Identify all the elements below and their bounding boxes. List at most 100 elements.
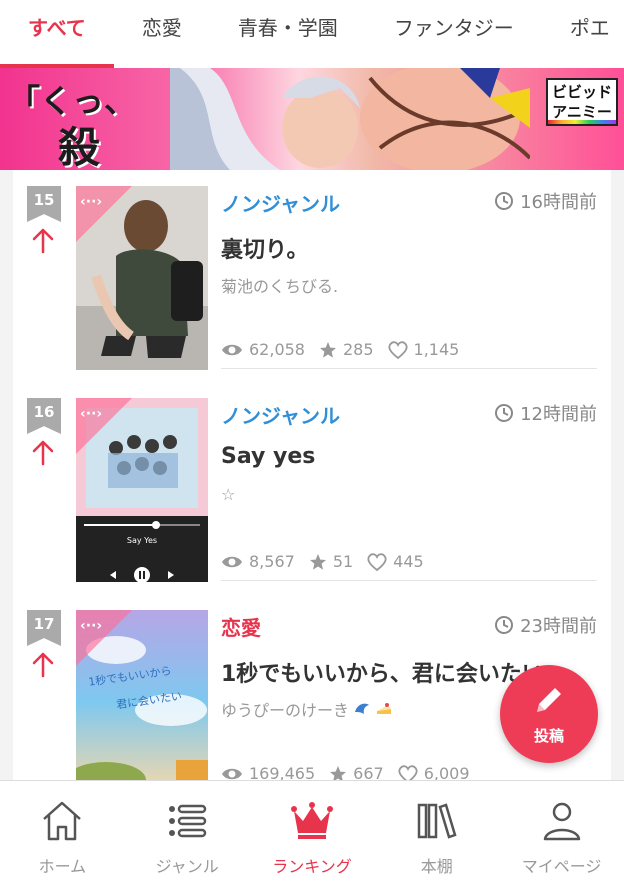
item-divider bbox=[221, 580, 597, 581]
stars-count: 285 bbox=[342, 340, 374, 359]
category-tabs: すべて 恋愛 青春・学園 ファンタジー ポエ bbox=[0, 0, 624, 68]
eye-icon bbox=[222, 556, 242, 567]
stars-stat: 667 bbox=[329, 764, 384, 780]
genre-label[interactable]: ノンジャンル bbox=[221, 400, 340, 429]
genre-label[interactable]: 恋愛 bbox=[221, 612, 261, 641]
nav-mypage-label: マイページ bbox=[521, 857, 602, 876]
nav-mypage[interactable]: マイページ bbox=[499, 781, 624, 884]
story-mark-icon: ‹··› bbox=[80, 406, 103, 422]
banner-logo-line1: ビビッド bbox=[551, 83, 612, 101]
stars-count: 51 bbox=[332, 552, 354, 571]
stars-count: 667 bbox=[353, 764, 384, 780]
nav-genre-label: ジャンル bbox=[155, 857, 219, 876]
story-thumbnail[interactable]: Say Yes ‹··› bbox=[76, 398, 208, 582]
story-mark-icon: ‹··› bbox=[80, 194, 103, 210]
nav-bookshelf-label: 本棚 bbox=[420, 857, 453, 876]
tab-fantasy[interactable]: ファンタジー bbox=[366, 0, 542, 68]
post-button[interactable]: 投稿 bbox=[500, 665, 598, 763]
likes-count: 1,145 bbox=[413, 340, 460, 359]
bottom-navigation: ホーム ジャンル ランキング 本棚 マイページ bbox=[0, 780, 624, 884]
story-stats: 169,465 667 6,009 bbox=[221, 764, 470, 780]
views-stat: 169,465 bbox=[221, 764, 315, 780]
story-author-name: 菊池のくちびる. bbox=[221, 277, 339, 296]
nav-bookshelf[interactable]: 本棚 bbox=[374, 781, 499, 884]
stars-stat: 51 bbox=[309, 552, 353, 571]
heart-icon bbox=[367, 552, 387, 571]
updated-time-text: 12時間前 bbox=[520, 404, 597, 425]
tab-all[interactable]: すべて bbox=[0, 0, 114, 68]
tab-youth-school[interactable]: 青春・学園 bbox=[210, 0, 366, 68]
story-thumbnail[interactable]: ‹··› bbox=[76, 186, 208, 370]
updated-time: 23時間前 bbox=[494, 612, 597, 638]
views-stat: 62,058 bbox=[221, 340, 305, 359]
story-stats: 62,058 285 1,145 bbox=[221, 340, 459, 359]
story-author: 菊池のくちびる. bbox=[221, 273, 338, 297]
banner-logo-line2: アニミー bbox=[552, 103, 612, 121]
views-count: 8,567 bbox=[249, 552, 295, 571]
pencil-icon bbox=[537, 688, 561, 712]
cake-emoji-icon bbox=[377, 703, 392, 714]
story-title[interactable]: 裏切り。 bbox=[221, 232, 601, 264]
updated-time: 16時間前 bbox=[494, 188, 597, 214]
banner-logo: ビビッド アニミー bbox=[546, 78, 618, 126]
list-item[interactable]: 16 Say Yes ‹··› ノンジャンル 12時間前 Say yes ☆ 8… bbox=[13, 382, 611, 594]
dolphin-emoji-icon bbox=[355, 703, 370, 714]
eye-icon bbox=[222, 768, 242, 779]
tab-romance[interactable]: 恋愛 bbox=[114, 0, 210, 68]
banner-illustration bbox=[170, 68, 530, 170]
rank-up-arrow-icon bbox=[32, 228, 54, 254]
story-author-name: ゆうぴーのけーき bbox=[221, 701, 350, 720]
likes-stat: 1,145 bbox=[387, 340, 460, 359]
nav-home[interactable]: ホーム bbox=[0, 781, 125, 884]
updated-time-text: 16時間前 bbox=[520, 192, 597, 213]
nav-home-label: ホーム bbox=[38, 857, 87, 876]
item-divider bbox=[221, 368, 597, 369]
likes-stat: 445 bbox=[367, 552, 424, 571]
star-icon bbox=[330, 765, 347, 780]
ad-banner[interactable]: 「くっ、 殺せ!」 ビビッド アニミー bbox=[0, 68, 624, 170]
rank-up-arrow-icon bbox=[32, 440, 54, 466]
bookshelf-icon bbox=[417, 803, 457, 839]
star-icon bbox=[309, 553, 326, 570]
views-stat: 8,567 bbox=[221, 552, 295, 571]
post-button-label: 投稿 bbox=[533, 727, 564, 745]
list-item[interactable]: 15 ‹··› ノンジャンル 16時間前 裏切り。 菊池のくちびる. 62,05… bbox=[13, 170, 611, 382]
list-icon bbox=[169, 804, 207, 838]
heart-icon bbox=[387, 340, 408, 359]
updated-time: 12時間前 bbox=[494, 400, 597, 426]
story-thumbnail[interactable]: 1秒でもいいから 君に会いたい ‹··› bbox=[76, 610, 208, 780]
clock-history-icon bbox=[495, 616, 514, 634]
rank-up-arrow-icon bbox=[32, 652, 54, 678]
star-icon bbox=[319, 341, 336, 358]
banner-line2: 殺せ!」 bbox=[58, 123, 101, 170]
views-count: 62,058 bbox=[249, 340, 305, 359]
story-author: ☆ bbox=[221, 485, 235, 504]
clock-history-icon bbox=[495, 192, 514, 210]
story-author-name: ☆ bbox=[221, 485, 236, 504]
rank-badge: 17 bbox=[27, 610, 61, 646]
rank-number: 15 bbox=[27, 186, 61, 222]
home-icon bbox=[43, 801, 82, 841]
likes-count: 445 bbox=[393, 552, 424, 571]
stars-stat: 285 bbox=[319, 340, 374, 359]
nav-genre[interactable]: ジャンル bbox=[125, 781, 250, 884]
story-title[interactable]: Say yes bbox=[221, 444, 601, 469]
likes-stat: 6,009 bbox=[398, 764, 470, 780]
likes-count: 6,009 bbox=[423, 764, 470, 780]
story-mark-icon: ‹··› bbox=[80, 618, 103, 634]
genre-label[interactable]: ノンジャンル bbox=[221, 188, 340, 217]
story-stats: 8,567 51 445 bbox=[221, 552, 424, 571]
updated-time-text: 23時間前 bbox=[520, 616, 597, 637]
rank-badge: 16 bbox=[27, 398, 61, 434]
views-count: 169,465 bbox=[249, 764, 316, 780]
banner-logo-stripes bbox=[548, 120, 616, 124]
crown-icon bbox=[290, 802, 333, 839]
rank-badge: 15 bbox=[27, 186, 61, 222]
thumbnail-song-title: Say Yes bbox=[126, 536, 158, 545]
rank-number: 17 bbox=[27, 610, 61, 646]
rank-number: 16 bbox=[27, 398, 61, 434]
nav-ranking[interactable]: ランキング bbox=[250, 781, 375, 884]
clock-history-icon bbox=[495, 404, 514, 422]
person-icon bbox=[543, 802, 580, 841]
tab-poem[interactable]: ポエ bbox=[542, 0, 624, 68]
